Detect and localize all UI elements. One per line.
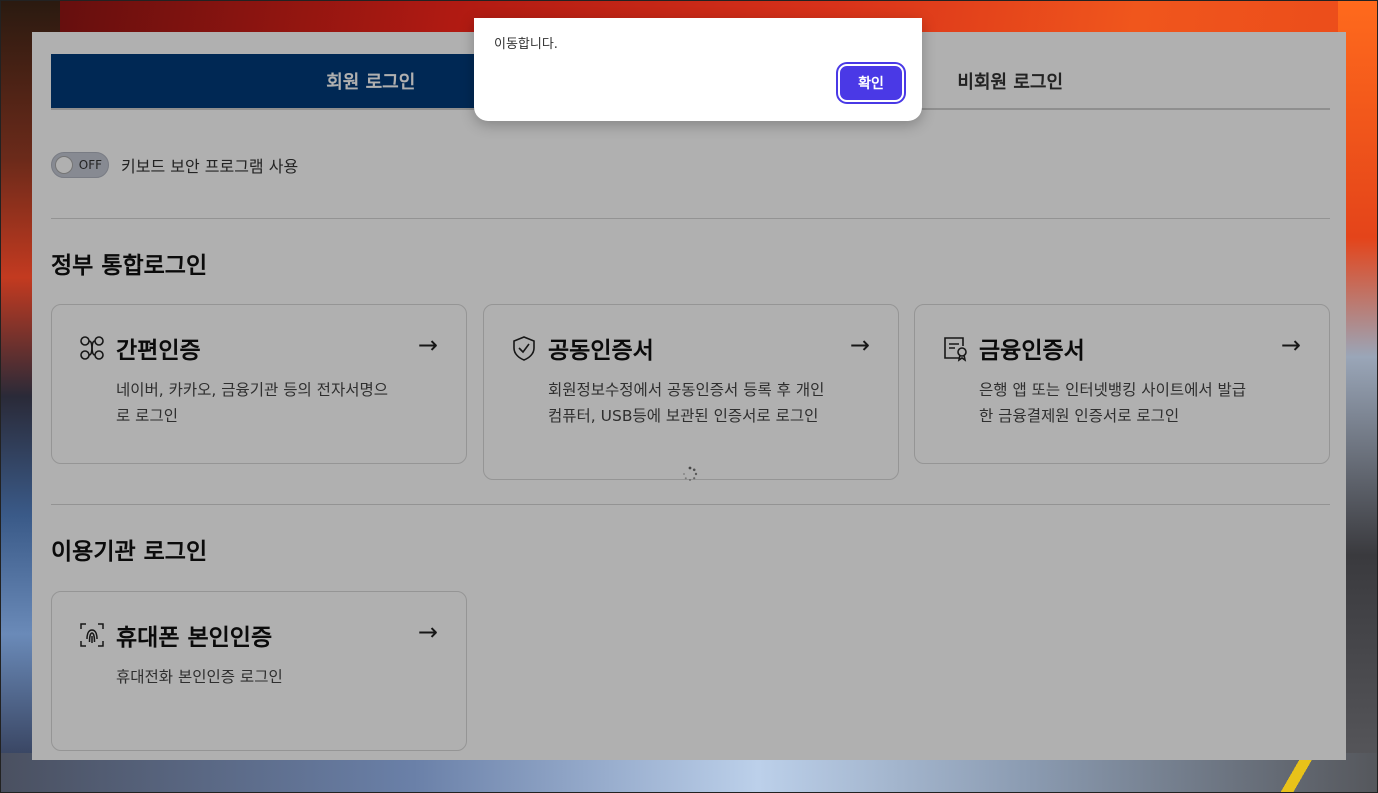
dialog-confirm-button[interactable]: 확인 (838, 64, 904, 102)
alert-dialog: 이동합니다. 확인 (474, 18, 922, 121)
dialog-message: 이동합니다. (494, 37, 558, 52)
login-panel: 회원 로그인 비회원 로그인 OFF 키보드 보안 프로그램 사용 정부 통합로… (32, 32, 1346, 760)
modal-backdrop (32, 32, 1346, 760)
